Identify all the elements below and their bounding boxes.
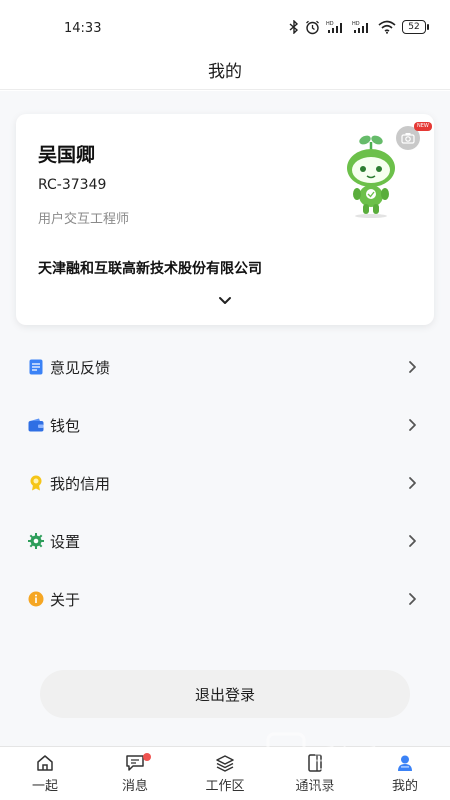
chevron-right-icon [409, 535, 416, 547]
chevron-right-icon [409, 593, 416, 605]
watermark-text: 手机鼠 [312, 745, 390, 775]
svg-text:HD: HD [326, 21, 334, 27]
battery-icon: 52 [402, 20, 429, 34]
message-icon [125, 753, 145, 773]
user-name: 吴国卿 [38, 144, 96, 166]
svg-text:HD: HD [352, 21, 360, 27]
tab-label: 工作区 [205, 779, 245, 794]
status-icons: HD HD 52 [289, 19, 429, 35]
page-title: 我的 [208, 62, 242, 82]
watermark-subtext: SHOUJISHU.COM [300, 782, 383, 793]
menu-item-credit[interactable]: 我的信用 [16, 454, 434, 512]
menu-item-label: 钱包 [50, 416, 81, 435]
chevron-right-icon [409, 361, 416, 373]
menu-item-label: 设置 [50, 532, 81, 551]
new-badge: NEW [414, 122, 432, 131]
user-job-title: 用户交互工程师 [38, 212, 130, 227]
home-icon [35, 753, 55, 773]
avatar[interactable] [341, 132, 401, 218]
wifi-icon [378, 19, 396, 35]
tab-label: 消息 [121, 779, 148, 794]
menu-item-label: 关于 [50, 590, 81, 609]
layers-icon [215, 753, 235, 773]
status-time: 14:33 [64, 21, 102, 36]
chevron-right-icon [409, 477, 416, 489]
profile-card[interactable]: 吴国卿 RC-37349 用户交互工程师 天津融和互联高新技术股份有限公司 NE… [16, 114, 434, 325]
signal-hd-icon: HD [326, 19, 346, 35]
menu-item-wallet[interactable]: 钱包 [16, 396, 434, 454]
alarm-icon [305, 19, 320, 35]
menu-item-feedback[interactable]: 意见反馈 [16, 338, 434, 396]
signal-hd-icon: HD [352, 19, 372, 35]
tab-workspace[interactable]: 工作区 [180, 747, 270, 800]
feedback-icon [28, 359, 44, 375]
menu-item-label: 我的信用 [50, 474, 111, 493]
tab-home[interactable]: 一起 [0, 747, 90, 800]
user-id: RC-37349 [38, 177, 107, 193]
info-icon [28, 591, 44, 607]
gear-icon [28, 533, 44, 549]
watermark: 手机鼠 SHOUJISHU.COM [266, 732, 390, 793]
tab-messages[interactable]: 消息 [90, 747, 180, 800]
wallet-icon [28, 417, 44, 433]
chevron-right-icon [409, 419, 416, 431]
bluetooth-icon [289, 19, 299, 35]
menu-item-settings[interactable]: 设置 [16, 512, 434, 570]
header: 我的 [0, 50, 450, 90]
menu-item-about[interactable]: 关于 [16, 570, 434, 628]
tab-label: 一起 [31, 779, 58, 794]
chevron-down-icon[interactable] [216, 294, 234, 308]
logout-button[interactable]: 退出登录 [40, 670, 410, 718]
menu-item-label: 意见反馈 [50, 358, 111, 377]
notification-dot [143, 753, 151, 761]
company-name: 天津融和互联高新技术股份有限公司 [38, 261, 262, 277]
credit-badge-icon [28, 475, 44, 491]
